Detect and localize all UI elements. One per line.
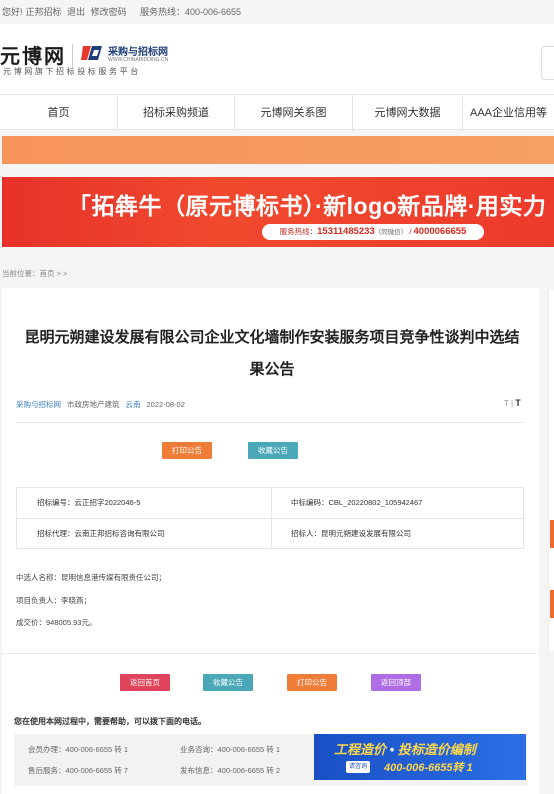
page-title: 昆明元朔建设发展有限公司企业文化墙制作安装服务项目竞争性谈判中选结果公告	[24, 329, 520, 378]
meta-industry[interactable]: 市政房地产建筑	[67, 400, 120, 409]
logout-link[interactable]: 退出	[67, 7, 85, 17]
font-small-button[interactable]: T	[504, 399, 509, 408]
breadcrumb: 当前位置：首页 > >	[2, 269, 68, 278]
ad-phone: 400-006-6655转 1	[384, 762, 473, 774]
change-password-link[interactable]: 修改密码	[91, 7, 127, 17]
greeting-text: 您好!	[2, 7, 23, 17]
tenderer: 招标人：昆明元朔建设发展有限公司	[291, 529, 411, 538]
brand-name[interactable]: 采购与招标网	[108, 43, 168, 58]
nav-item-relation-graph[interactable]: 元博网关系图	[235, 95, 353, 131]
info-table: 招标编号：云正招字2022046-5 中标编码：CBL_20220802_105…	[16, 487, 524, 549]
banner-phone: 15311485233	[317, 226, 375, 237]
meta-province[interactable]: 云南	[126, 400, 141, 409]
print-bottom-button[interactable]: 打印公告	[287, 674, 337, 691]
nav-item-bidding-channel[interactable]: 招标采购频道	[118, 95, 235, 131]
collect-button[interactable]: 收藏公告	[248, 442, 298, 459]
project-lead: 项目负责人：李晓燕；	[16, 596, 91, 605]
ad-title: 工程造价 • 投标造价编制	[334, 739, 476, 758]
bid-agent: 招标代理：云南正邦招标咨询有限公司	[37, 529, 165, 538]
ad-title-1: 工程造价	[334, 742, 387, 757]
ad-title-2: 投标造价编制	[397, 742, 476, 757]
main-nav: 首页 招标采购频道 元博网关系图 元博网大数据 AAA企业信用等	[0, 94, 554, 131]
font-large-button[interactable]: T	[515, 398, 521, 408]
nav-item-home[interactable]: 首页	[0, 95, 118, 131]
promo-banner[interactable]: 「拓犇牛（原元博标书）·新logo新品牌·用实力 服务热线：1531148523…	[2, 177, 554, 247]
back-top-button[interactable]: 返回顶部	[371, 674, 421, 691]
promo-strip[interactable]	[2, 136, 554, 164]
meta-date: 2022-08-02	[146, 400, 185, 409]
site-header: 元博网 元博网旗下招标投标服务平台 采购与招标网 WWW.CHINABIDDIN…	[0, 24, 554, 94]
company-link[interactable]: 正邦招标	[26, 7, 62, 17]
table-divider	[17, 518, 523, 519]
winning-code: 中标编码：CBL_20220802_105942467	[291, 498, 423, 507]
divider	[2, 653, 539, 654]
back-home-button[interactable]: 返回首页	[120, 674, 170, 691]
side-tab[interactable]	[550, 520, 554, 548]
side-float-bar	[548, 290, 554, 650]
print-button[interactable]: 打印公告	[162, 442, 212, 459]
bid-number: 招标编号：云正招字2022046-5	[37, 498, 141, 507]
article-meta: 采购与招标网 市政房地产建筑 云南 2022-08-02	[16, 399, 185, 410]
banner-hotline: 服务热线：15311485233（同微信） / 4000066655	[262, 224, 484, 240]
banner-phone-note: （同微信）	[374, 229, 408, 236]
help-aftersale: 售后服务：400-006-6655 转 7	[28, 766, 129, 775]
banner-title: 「拓犇牛（原元博标书）·新logo新品牌·用实力	[68, 193, 547, 219]
winner-name: 中选人名称：昆明信息港传媒有限责任公司；	[16, 573, 166, 582]
banner-phone-2: 4000066655	[413, 226, 467, 237]
logo-divider	[72, 44, 73, 68]
chinabidding-logo-icon	[81, 46, 102, 60]
search-box[interactable]	[541, 46, 554, 80]
deal-price: 成交价：948005.93元。	[16, 618, 97, 627]
help-member: 会员办理：400-006-6655 转 1	[28, 745, 129, 754]
help-title: 您在使用本网过程中，需要帮助，可以拨下面的电话。	[14, 717, 206, 726]
article-panel: 昆明元朔建设发展有限公司企业文化墙制作安装服务项目竞争性谈判中选结果公告 采购与…	[2, 288, 539, 794]
help-box: 会员办理：400-006-6655 转 1 业务咨询：400-006-6655 …	[14, 734, 527, 786]
meta-category[interactable]: 采购与招标网	[16, 400, 61, 409]
collect-bottom-button[interactable]: 收藏公告	[203, 674, 253, 691]
site-logo[interactable]: 元博网	[0, 40, 66, 69]
help-publish: 发布信息：400-006-6655 转 2	[180, 766, 281, 775]
ad-tag: 请咨询	[346, 761, 371, 773]
brand-url: WWW.CHINABIDDING.CN	[108, 57, 169, 63]
cost-ad-banner[interactable]: 工程造价 • 投标造价编制 请咨询 400-006-6655转 1	[314, 734, 526, 780]
font-size-switch: T | T	[504, 398, 521, 408]
nav-item-credit[interactable]: AAA企业信用等	[463, 95, 554, 131]
nav-item-big-data[interactable]: 元博网大数据	[353, 95, 463, 131]
banner-hotline-label: 服务热线：	[279, 227, 318, 236]
hotline-text: 服务热线：400-006-6655	[140, 7, 242, 17]
ad-title-dot: •	[386, 742, 398, 757]
divider	[16, 422, 524, 423]
side-tab[interactable]	[550, 590, 554, 618]
top-bar: 您好! 正邦招标 退出 修改密码 服务热线：400-006-6655	[0, 0, 554, 24]
help-business: 业务咨询：400-006-6655 转 1	[180, 745, 281, 754]
